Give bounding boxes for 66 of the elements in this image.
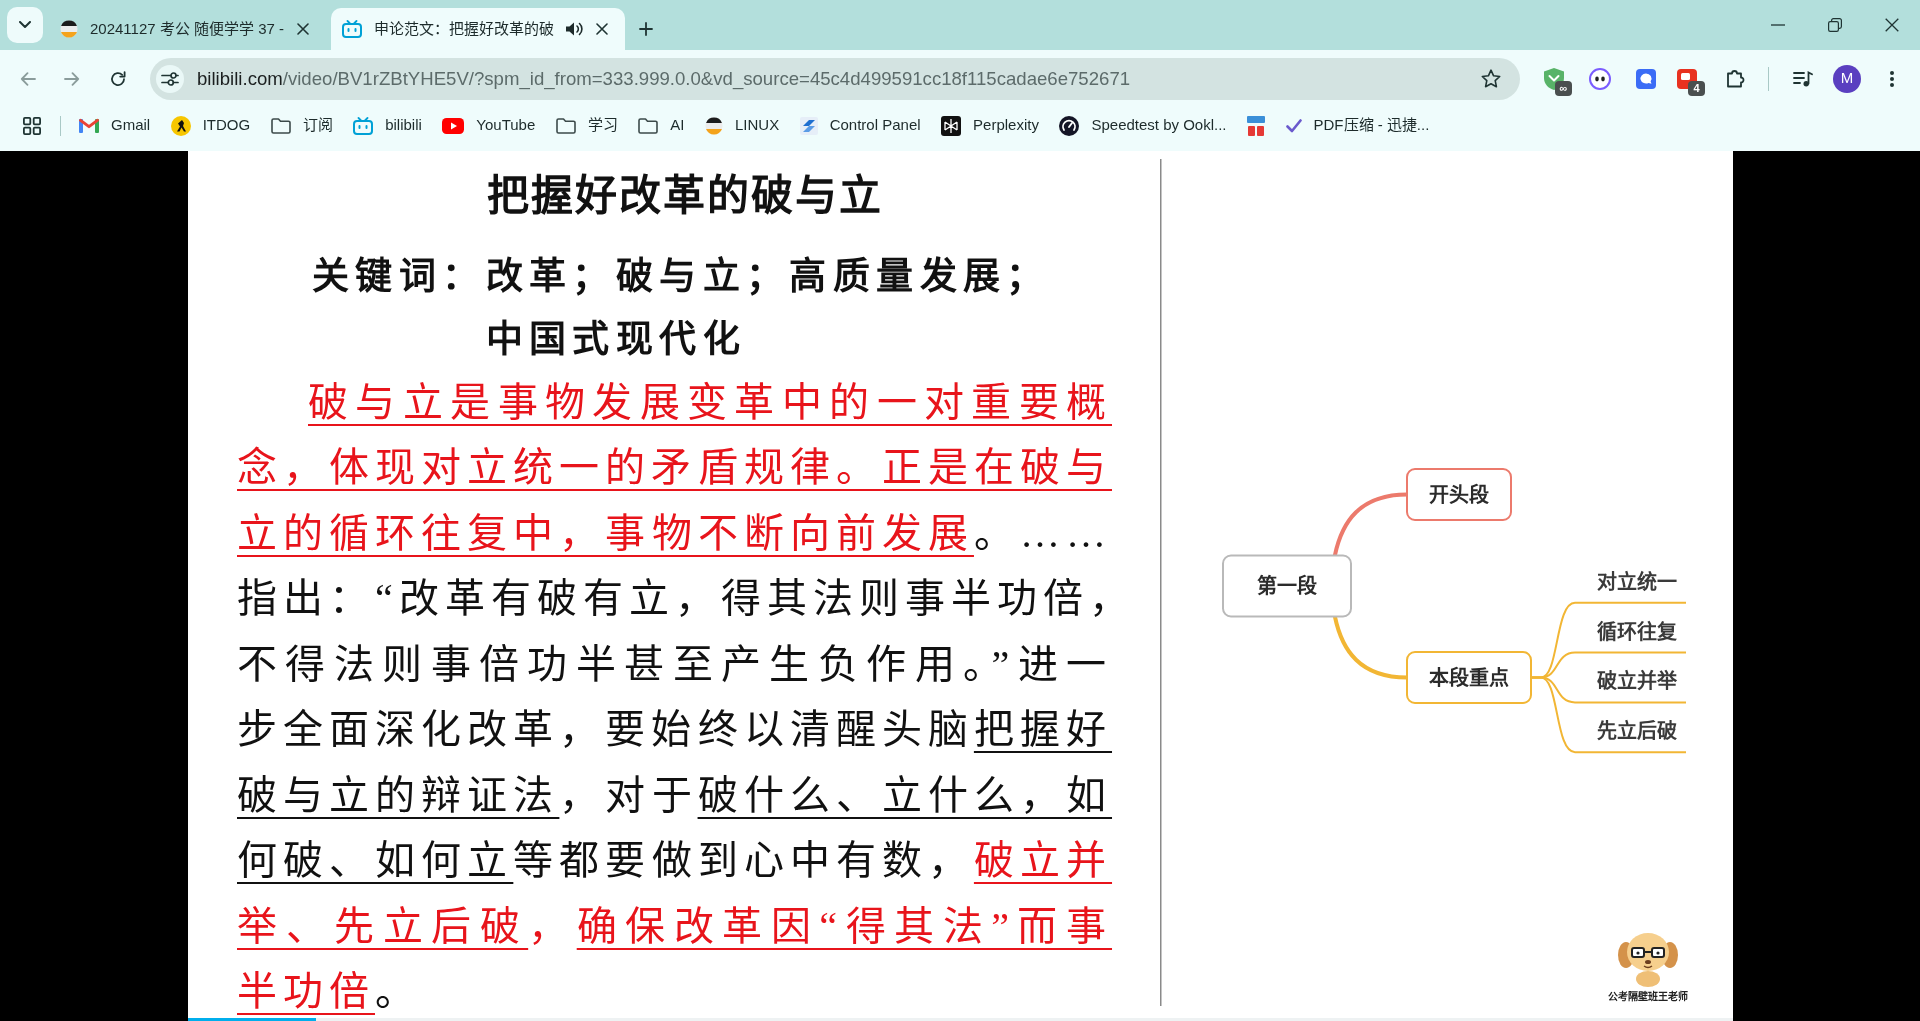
- browser-tab[interactable]: 20241127 考公 随便学学 37 -: [50, 8, 327, 50]
- chevron-down-icon[interactable]: [19, 21, 31, 29]
- profile-avatar[interactable]: M: [1833, 64, 1861, 93]
- plus-icon[interactable]: [639, 22, 653, 36]
- site-info-button[interactable]: [156, 64, 184, 93]
- puzzle-icon[interactable]: [1727, 69, 1745, 88]
- bookmark-item[interactable]: 学习: [547, 109, 626, 142]
- folder-icon[interactable]: [638, 117, 659, 134]
- grid-icon[interactable]: [23, 116, 41, 135]
- close-icon[interactable]: [297, 23, 309, 35]
- starburst-icon[interactable]: [941, 115, 962, 136]
- speaker-icon[interactable]: [565, 21, 583, 37]
- dog-mascot-icon: [1618, 933, 1678, 987]
- star-icon[interactable]: [1481, 69, 1501, 88]
- extension-badge: 4: [1688, 80, 1705, 96]
- body-text: 破与立是事物发展变革中的一对重要概 念，体现对立统一的矛盾规律。正是在破与 立的循环往复中，事物不断向前发展。…… 指出：“改革有破有立，得其法则事半功倍， 不得法则事倍功半甚至产生负作用。”进一 步全面深化改革，要始终以清醒头脑 把握好 破与立的辩证法，对于 破什么、立什么，如 何破、如何立 等都要做到心中有数，破立并 举、先立后破，确保改革因“得其法”而事 半功倍。: [237, 379, 1136, 1016]
- bookmark-item[interactable]: 订阅: [262, 109, 341, 142]
- extension-badge: ∞: [1555, 80, 1572, 96]
- tv-icon[interactable]: [353, 116, 374, 135]
- bookmark-item[interactable]: ITDOG: [162, 109, 259, 142]
- bookmark-item[interactable]: YouTube: [434, 109, 544, 142]
- minimize-icon[interactable]: [1770, 24, 1785, 26]
- mind-map-node: 本段重点: [1406, 651, 1532, 704]
- mind-map-leaf: 循环往复: [1574, 619, 1687, 654]
- tab-search-button[interactable]: [7, 7, 43, 43]
- playlist-icon[interactable]: [1793, 70, 1813, 87]
- check-icon[interactable]: [1285, 118, 1302, 133]
- mind-map-leaf: 破立并举: [1574, 669, 1687, 704]
- stripes-logo-icon[interactable]: [799, 116, 818, 135]
- extension-button[interactable]: ∞: [1536, 60, 1572, 97]
- menu-icon[interactable]: [1890, 70, 1894, 87]
- keywords-text: 关键词：改革；破与立；高质量发展； 中国式现代化: [312, 255, 1051, 362]
- close-icon[interactable]: [596, 23, 608, 35]
- bookmark-item[interactable]: PDF压缩 - 迅捷...: [1277, 109, 1438, 142]
- emblem-icon[interactable]: [170, 115, 191, 136]
- slide-title: 把握好改革的破与立: [485, 172, 884, 221]
- address-bar[interactable]: bilibili.com/video/BV1rZBtYHE5V/?spm_id_from=333.999.0.0&vd_source=45c4d499591cc18f115cadae6e752671: [150, 57, 1520, 100]
- tune-icon[interactable]: [161, 71, 179, 86]
- folder-icon[interactable]: [555, 117, 576, 134]
- mind-map-leaf: 对立统一: [1574, 569, 1687, 604]
- mind-map-node: 第一段: [1222, 554, 1352, 618]
- bookmark-item[interactable]: Gmail: [71, 109, 159, 142]
- play-icon[interactable]: [442, 117, 465, 134]
- close-icon[interactable]: [1884, 18, 1899, 32]
- logo-caption: 公考隔壁班王老师: [1608, 991, 1688, 1002]
- mind-map-node: 开头段: [1406, 468, 1512, 521]
- folder-icon[interactable]: [270, 117, 291, 134]
- envelope-icon[interactable]: [79, 118, 99, 133]
- bookmark-item[interactable]: AI: [630, 109, 693, 142]
- gauge-icon[interactable]: [1059, 115, 1080, 136]
- tiles-icon[interactable]: [1247, 115, 1265, 136]
- extension-button[interactable]: 4: [1669, 60, 1705, 97]
- striped-circle-icon[interactable]: [705, 116, 723, 135]
- chat-bubble-icon[interactable]: [1636, 68, 1656, 89]
- browser-tab[interactable]: 申论范文：把握好改革的破: [331, 8, 625, 50]
- bookmark-item[interactable]: Control Panel: [791, 109, 929, 142]
- eyes-icon[interactable]: [1589, 67, 1611, 90]
- bookmark-item[interactable]: LINUX: [697, 109, 788, 142]
- bookmark-item[interactable]: Perplexity: [933, 109, 1047, 142]
- bookmark-item[interactable]: Speedtest by Ookl...: [1051, 109, 1235, 142]
- mind-map-leaf: 先立后破: [1574, 719, 1687, 754]
- restore-icon[interactable]: [1827, 18, 1842, 32]
- striped-circle-icon: [60, 20, 78, 38]
- bookmark-item[interactable]: bilibili: [345, 109, 430, 142]
- tv-icon: [342, 20, 362, 38]
- reload-icon[interactable]: [110, 70, 126, 87]
